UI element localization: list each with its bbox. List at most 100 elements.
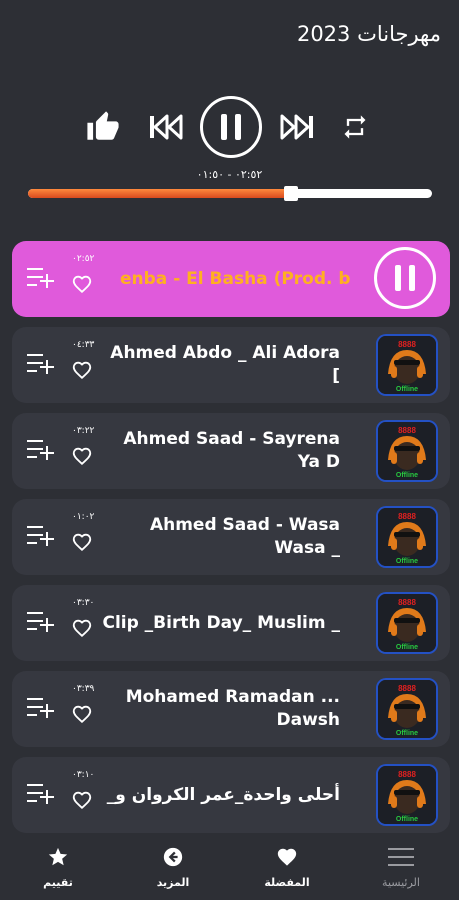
pause-icon [221, 114, 241, 140]
seek-bar[interactable] [28, 186, 432, 201]
song-pause-button[interactable] [374, 247, 436, 309]
album-art-bottom-text: Offline [396, 644, 418, 651]
menu-lines-icon [388, 848, 414, 866]
heart-outline-icon [72, 447, 92, 466]
player-controls [0, 96, 459, 158]
playlist-add-icon [27, 354, 54, 374]
seek-bar-thumb[interactable] [283, 186, 298, 201]
album-art-icon: 8888 Offline [378, 336, 436, 394]
song-duration: ٠١:٠٢ [72, 512, 95, 522]
album-art-top-text: 8888 [398, 426, 416, 435]
playlist-add-icon [27, 268, 54, 288]
favorite-button[interactable] [70, 445, 96, 469]
playback-time: ٠٢:٥٢ - ٠١:٥٠ [196, 168, 263, 181]
song-title: Ahmed Saad - Wasa Wasa _ [149, 515, 340, 558]
song-row[interactable]: ٠٣:٢٢ Ahmed Saad - Sayrena Ya D 8888 Offlin… [12, 413, 450, 489]
album-art: 8888 Offline [376, 764, 438, 826]
add-to-playlist-button[interactable] [26, 781, 54, 807]
nav-home[interactable]: الرئيسية [361, 846, 441, 889]
playlist-add-icon [27, 526, 54, 546]
album-art-icon: 8888 Offline [378, 766, 436, 824]
star-icon [48, 847, 68, 866]
song-row[interactable]: ٠٤:٣٣ Ahmed Abdo _ Ali Adora [ 8888 Offline [12, 327, 450, 403]
heart-outline-icon [72, 533, 92, 552]
album-art-top-text: 8888 [398, 340, 416, 349]
song-title: enba - El Basha (Prod. by [120, 268, 350, 289]
pause-icon [395, 265, 415, 291]
album-art-icon: 8888 Offline [378, 594, 436, 652]
add-to-playlist-button[interactable] [26, 695, 54, 721]
album-art: 8888 Offline [376, 334, 438, 396]
nav-rate[interactable]: تقييم [18, 846, 98, 889]
song-row-playing[interactable]: ٠٢:٥٢ enba - El Basha (Prod. by [12, 241, 450, 317]
playlist-add-icon [27, 612, 54, 632]
song-duration: ٠٣:٢٢ [72, 426, 95, 436]
nav-more[interactable]: المزيد [133, 846, 213, 889]
repeat-button[interactable] [338, 110, 372, 144]
album-art-top-text: 8888 [398, 770, 416, 779]
album-art: 8888 Offline [376, 592, 438, 654]
nav-more-label: المزيد [156, 876, 190, 889]
heart-outline-icon [72, 791, 92, 810]
playlist-add-icon [27, 698, 54, 718]
nav-home-label: الرئيسية [382, 876, 420, 889]
heart-outline-icon [72, 361, 92, 380]
song-duration: ٠٣:٣٠ [72, 598, 95, 608]
song-duration: ٠٢:٥٢ [72, 254, 95, 264]
album-art-icon: 8888 Offline [378, 508, 436, 566]
heart-outline-icon [72, 275, 92, 294]
add-to-playlist-button[interactable] [26, 265, 54, 291]
nav-favorites-label: المفضلة [264, 876, 310, 889]
song-row[interactable]: ٠١:٠٢ Ahmed Saad - Wasa Wasa _ 8888 Offline [12, 499, 450, 575]
song-duration: ٠٣:١٠ [72, 770, 95, 780]
bottom-navigation: الرئيسية المفضلة المزيد تقييم [0, 838, 459, 900]
app-title: مهرجانات 2023 [296, 22, 441, 46]
favorite-button[interactable] [70, 359, 96, 383]
add-to-playlist-button[interactable] [26, 437, 54, 463]
song-row[interactable]: ٠٣:٣٩ Mohamed Ramadan ... Dawsh 8888 Offlin… [12, 671, 450, 747]
favorite-button[interactable] [70, 617, 96, 641]
song-title: Mohamed Ramadan ... Dawsh [125, 687, 340, 730]
skip-next-icon [280, 114, 313, 140]
album-art-bottom-text: Offline [396, 730, 418, 737]
repeat-icon [344, 115, 366, 139]
album-art-bottom-text: Offline [396, 558, 418, 565]
album-art-bottom-text: Offline [396, 386, 418, 393]
album-art-icon: 8888 Offline [378, 680, 436, 738]
nav-favorites[interactable]: المفضلة [247, 846, 327, 889]
thumbs-up-icon [87, 111, 119, 140]
album-art-icon: 8888 Offline [378, 422, 436, 480]
skip-previous-icon [150, 114, 183, 140]
favorite-button[interactable] [70, 703, 96, 727]
song-row[interactable]: ٠٣:١٠ _أحلى واحدة_عمر الكروان و 8888 Offlin… [12, 757, 450, 833]
add-to-playlist-button[interactable] [26, 523, 54, 549]
album-art-top-text: 8888 [398, 598, 416, 607]
heart-outline-icon [72, 619, 92, 638]
playlist-add-icon [27, 440, 54, 460]
favorite-button[interactable] [70, 273, 96, 297]
album-art: 8888 Offline [376, 506, 438, 568]
album-art-bottom-text: Offline [396, 816, 418, 823]
song-title: _أحلى واحدة_عمر الكروان و [106, 784, 340, 805]
favorite-button[interactable] [70, 531, 96, 555]
album-art-bottom-text: Offline [396, 472, 418, 479]
song-title: Ahmed Abdo _ Ali Adora [ [110, 343, 340, 386]
add-to-playlist-button[interactable] [26, 609, 54, 635]
song-duration: ٠٤:٣٣ [72, 340, 95, 350]
song-duration: ٠٣:٣٩ [72, 684, 95, 694]
add-to-playlist-button[interactable] [26, 351, 54, 377]
like-button[interactable] [84, 108, 122, 146]
next-button[interactable] [278, 110, 316, 144]
album-art: 8888 Offline [376, 678, 438, 740]
song-title: Ahmed Saad - Sayrena Ya D [123, 429, 340, 472]
song-row[interactable]: ٠٣:٣٠ Clip _Birth Day_ Muslim _ 8888 Offlin… [12, 585, 450, 661]
album-art-top-text: 8888 [398, 512, 416, 521]
album-art: 8888 Offline [376, 420, 438, 482]
seek-bar-fill [28, 189, 287, 198]
previous-button[interactable] [147, 110, 185, 144]
nav-rate-label: تقييم [43, 876, 73, 889]
favorite-button[interactable] [70, 789, 96, 813]
playlist-add-icon [27, 784, 54, 804]
song-title: Clip _Birth Day_ Muslim _ [102, 612, 340, 633]
play-pause-button[interactable] [200, 96, 262, 158]
